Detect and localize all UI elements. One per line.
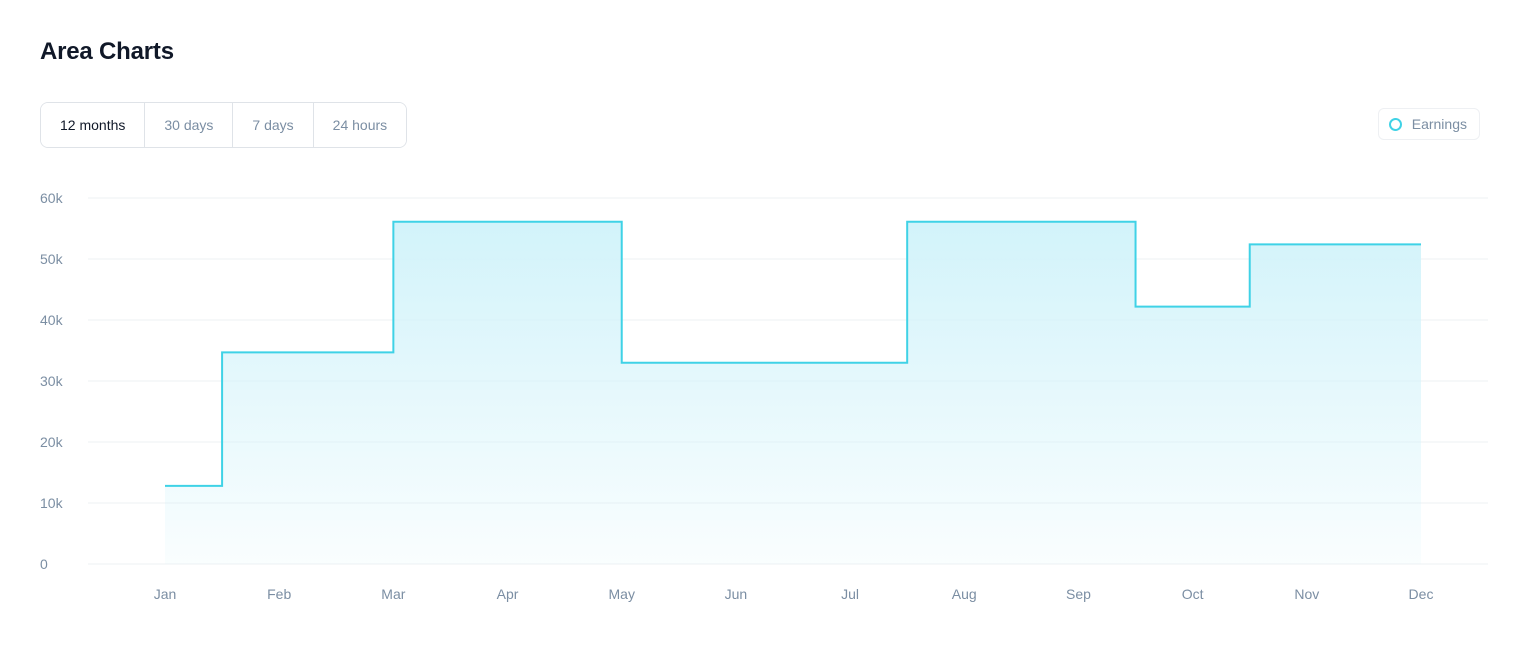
x-tick-label: Mar [381, 586, 405, 602]
x-tick-label: Jan [154, 586, 177, 602]
y-tick-label: 50k [40, 251, 64, 267]
x-tick-label: Nov [1294, 586, 1319, 602]
x-tick-label: Apr [497, 586, 519, 602]
area-chart: 0 10k 20k 30k 40k 50k 60k Jan Feb Mar Apr May Jun Jul… [40, 190, 1488, 602]
x-tick-label: Dec [1409, 586, 1434, 602]
y-tick-label: 0 [40, 556, 48, 572]
series-area-earnings [165, 221, 1421, 565]
y-tick-label: 30k [40, 373, 64, 389]
x-tick-label: Jul [841, 586, 859, 602]
y-tick-label: 20k [40, 434, 64, 450]
x-tick-label: Feb [267, 586, 291, 602]
y-tick-label: 60k [40, 190, 64, 206]
x-tick-label: Aug [952, 586, 977, 602]
x-tick-label: Sep [1066, 586, 1091, 602]
y-tick-label: 40k [40, 312, 64, 328]
y-tick-label: 10k [40, 495, 64, 511]
x-tick-label: Jun [725, 586, 748, 602]
x-tick-label: Oct [1182, 586, 1204, 602]
x-tick-label: May [609, 586, 635, 602]
